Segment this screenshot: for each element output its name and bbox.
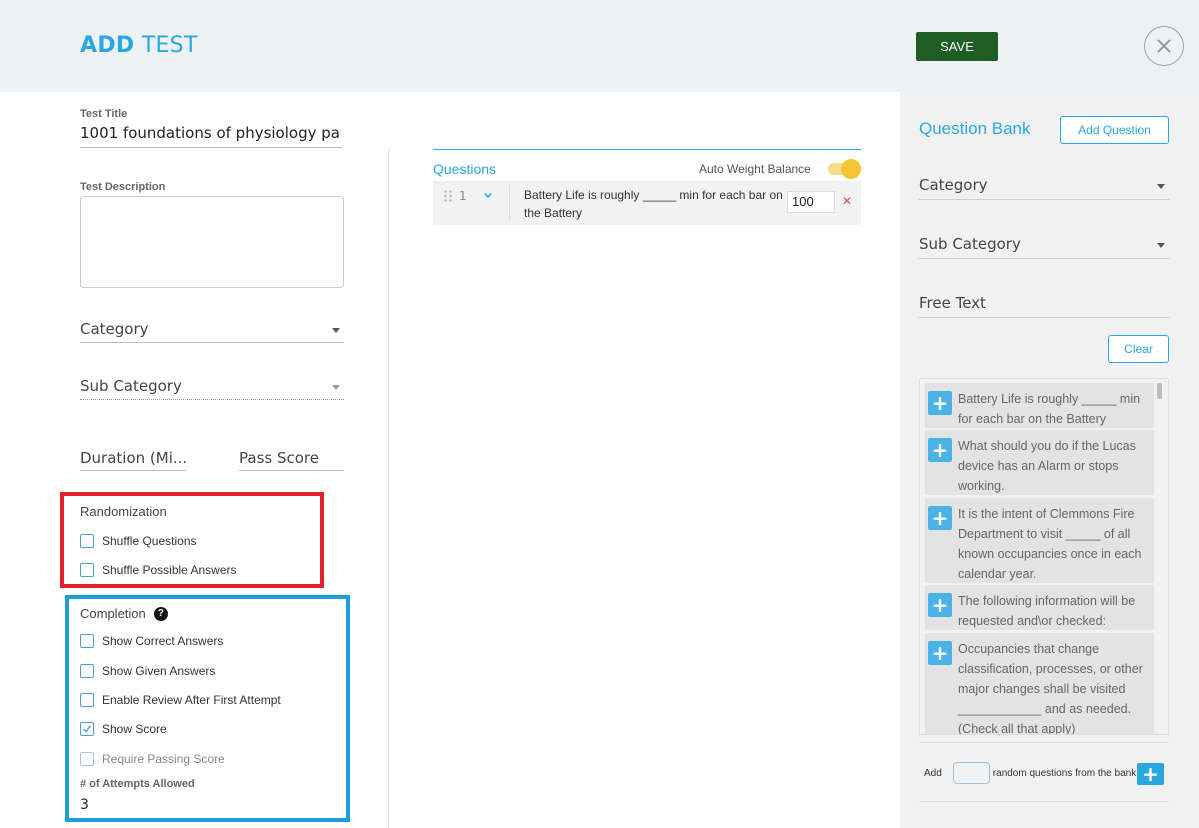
category-select-label: Category — [80, 320, 149, 338]
bank-item-text: What should you do if the Lucas device h… — [958, 439, 1136, 493]
pass-score-input[interactable]: Pass Score — [239, 449, 344, 471]
divider — [509, 185, 510, 221]
chevron-down-icon — [1157, 184, 1165, 189]
questions-title: Questions — [433, 161, 497, 177]
add-icon[interactable]: + — [928, 391, 952, 415]
question-number: 1 — [459, 189, 467, 203]
free-text-label: Free Text — [919, 294, 986, 312]
show-correct-answers-option[interactable]: Show Correct Answers — [80, 634, 223, 648]
add-random-button[interactable]: + — [1137, 762, 1164, 786]
column-divider — [388, 148, 389, 828]
chevron-down-icon — [1157, 243, 1165, 248]
shuffle-questions-option[interactable]: Shuffle Questions — [80, 534, 197, 548]
bank-item-text: Battery Life is roughly _____ min for ea… — [958, 392, 1141, 426]
free-text-input[interactable]: Free Text — [919, 294, 1169, 318]
randomization-title: Randomization — [80, 504, 167, 519]
chevron-down-icon — [332, 328, 340, 333]
test-description-label: Test Description — [80, 181, 166, 193]
checkbox-label: Enable Review After First Attempt — [102, 693, 281, 707]
checkbox-label: Show Given Answers — [102, 664, 216, 678]
remove-icon[interactable]: ✕ — [842, 194, 852, 208]
shuffle-answers-option[interactable]: Shuffle Possible Answers — [80, 563, 237, 577]
chevron-down-icon[interactable] — [483, 192, 493, 199]
save-button[interactable]: SAVE — [916, 32, 998, 61]
add-random-suffix: random questions from the bank — [992, 767, 1137, 779]
close-button[interactable] — [1144, 26, 1184, 66]
question-row: 1 Battery Life is roughly _____ min for … — [433, 181, 861, 225]
test-description-input[interactable] — [80, 196, 344, 288]
completion-title-text: Completion — [80, 606, 146, 621]
question-weight-input[interactable]: 100 — [787, 191, 835, 213]
require-passing-score-option[interactable]: Require Passing Score — [80, 752, 225, 766]
attempts-label: # of Attempts Allowed — [80, 778, 195, 790]
checkmark-icon — [83, 725, 92, 733]
category-select[interactable]: Category — [80, 320, 344, 343]
add-question-button[interactable]: Add Question — [1060, 116, 1169, 144]
checkbox[interactable] — [80, 752, 94, 766]
bank-item: + The following information will be requ… — [925, 585, 1154, 630]
checkbox[interactable] — [80, 634, 94, 648]
page-title: ADD TEST — [80, 33, 198, 58]
bank-sub-category-select[interactable]: Sub Category — [919, 235, 1169, 259]
scrollbar[interactable] — [1157, 383, 1162, 399]
bank-sub-category-label: Sub Category — [919, 235, 1021, 253]
checkbox-label: Show Correct Answers — [102, 634, 224, 648]
bank-item-text: The following information will be reques… — [958, 594, 1136, 628]
bank-item-text: Occupancies that change classification, … — [958, 642, 1143, 735]
checkbox[interactable] — [80, 664, 94, 678]
add-icon[interactable]: + — [928, 438, 952, 462]
question-bank-title: Question Bank — [919, 119, 1031, 138]
help-icon[interactable]: ? — [153, 606, 168, 621]
add-random-row: Add random questions from the bank — [924, 762, 1136, 784]
attempts-input[interactable]: 3 — [80, 797, 89, 813]
duration-input[interactable]: Duration (Mi... — [80, 449, 186, 471]
checkbox-label: Shuffle Questions — [102, 534, 197, 548]
add-icon[interactable]: + — [928, 641, 952, 665]
test-title-label: Test Title — [80, 108, 128, 120]
test-title-field: Test Title 1001 foundations of physiolog… — [80, 108, 342, 148]
divider — [919, 801, 1169, 802]
checkbox-label: Require Passing Score — [102, 752, 225, 766]
sub-category-select-label: Sub Category — [80, 377, 182, 395]
bank-category-label: Category — [919, 176, 988, 194]
checkbox-label: Shuffle Possible Answers — [102, 563, 237, 577]
question-text: Battery Life is roughly _____ min for ea… — [524, 188, 783, 220]
random-count-input[interactable] — [952, 762, 990, 784]
divider — [919, 742, 1169, 743]
show-score-option[interactable]: Show Score — [80, 722, 167, 736]
drag-handle-icon[interactable] — [443, 189, 453, 203]
auto-weight-label: Auto Weight Balance — [699, 162, 811, 176]
show-given-answers-option[interactable]: Show Given Answers — [80, 664, 215, 678]
bank-item: + Battery Life is roughly _____ min for … — [925, 383, 1154, 428]
add-random-prefix: Add — [924, 767, 942, 779]
checkbox[interactable] — [80, 534, 94, 548]
checkbox-label: Show Score — [102, 722, 167, 736]
completion-title: Completion ? — [80, 606, 168, 621]
checkbox[interactable] — [80, 563, 94, 577]
plus-icon: + — [1142, 762, 1159, 786]
enable-review-option[interactable]: Enable Review After First Attempt — [80, 693, 281, 707]
close-icon — [1157, 39, 1171, 53]
bank-item-text: It is the intent of Clemmons Fire Depart… — [958, 507, 1142, 581]
bank-item: + It is the intent of Clemmons Fire Depa… — [925, 498, 1154, 583]
question-bank-list: + Battery Life is roughly _____ min for … — [919, 378, 1169, 735]
toggle-knob — [841, 159, 861, 179]
add-icon[interactable]: + — [928, 506, 952, 530]
sub-category-select[interactable]: Sub Category — [80, 377, 344, 400]
bank-category-select[interactable]: Category — [919, 176, 1169, 200]
questions-divider — [433, 149, 861, 150]
checkbox-checked[interactable] — [80, 722, 94, 736]
bank-item: + Occupancies that change classification… — [925, 633, 1154, 735]
add-icon[interactable]: + — [928, 593, 952, 617]
bank-item: + What should you do if the Lucas device… — [925, 430, 1154, 495]
test-title-input[interactable]: 1001 foundations of physiology pa — [80, 120, 342, 148]
checkbox[interactable] — [80, 693, 94, 707]
auto-weight-toggle[interactable] — [828, 159, 861, 179]
chevron-down-icon — [332, 385, 340, 390]
clear-button[interactable]: Clear — [1108, 335, 1169, 363]
